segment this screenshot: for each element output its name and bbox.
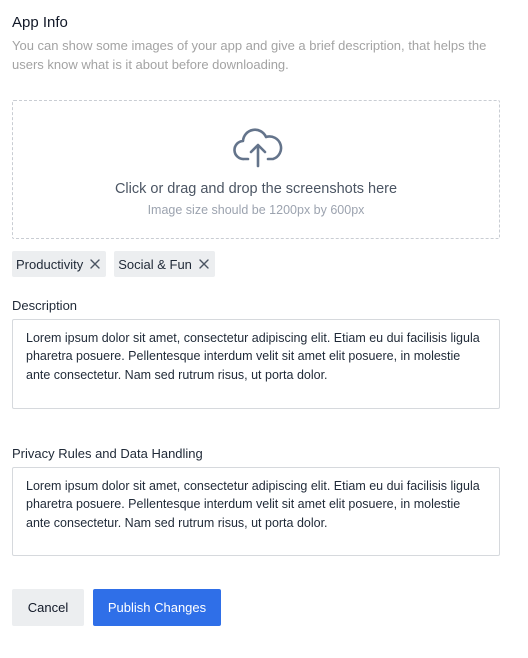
section-subtitle: You can show some images of your app and… [12, 38, 487, 72]
close-icon[interactable] [198, 258, 210, 270]
privacy-textarea[interactable]: Lorem ipsum dolor sit amet, consectetur … [12, 467, 500, 556]
tag-label: Social & Fun [118, 256, 192, 272]
description-textarea[interactable]: Lorem ipsum dolor sit amet, consectetur … [12, 319, 500, 409]
cancel-button[interactable]: Cancel [12, 589, 84, 626]
publish-changes-button[interactable]: Publish Changes [93, 589, 221, 626]
section-title: App Info [12, 14, 68, 31]
cloud-upload-icon [233, 128, 283, 168]
description-label: Description [12, 298, 78, 313]
close-icon[interactable] [89, 258, 101, 270]
app-info-form: App Info You can show some images of you… [0, 0, 528, 658]
dropzone-hint: Image size should be 1200px by 600px [147, 203, 365, 217]
dropzone-title: Click or drag and drop the screenshots h… [114, 181, 398, 197]
privacy-label: Privacy Rules and Data Handling [12, 446, 203, 461]
tag-chip: Productivity [12, 251, 107, 277]
tag-list: Productivity Social & Fun [12, 251, 215, 277]
screenshot-dropzone[interactable]: Click or drag and drop the screenshots h… [12, 100, 500, 239]
tag-label: Productivity [16, 256, 84, 272]
tag-chip: Social & Fun [114, 251, 215, 277]
